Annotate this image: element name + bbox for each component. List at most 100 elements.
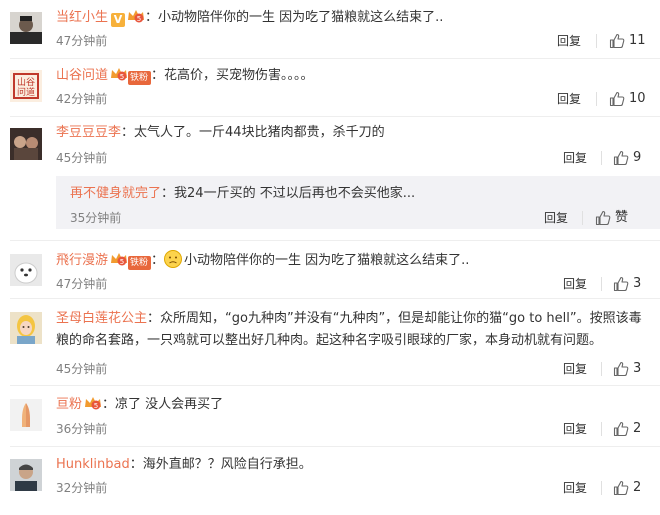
comment-line: 李豆豆豆李：太气人了。一斤44块比猪肉都贵，杀千刀的 (56, 124, 385, 142)
avatar[interactable] (10, 254, 42, 286)
avatar[interactable] (10, 128, 42, 160)
action-divider (601, 481, 602, 495)
colon-separator: ： (102, 397, 116, 412)
thumbs-up-icon (595, 210, 611, 226)
colon-separator: ： (121, 125, 135, 140)
comment-item: 山谷 问道 山谷问道 5 铁粉 ：花高价，买宠物伤害。。。。 42分钟前 回复 10 (0, 58, 660, 116)
verified-v-icon[interactable]: V (111, 13, 126, 27)
vip-crown-icon[interactable]: 5 (110, 66, 128, 81)
username-link[interactable]: 圣母白莲花公主 (56, 311, 147, 326)
comment-line: 飛行漫游 5 铁粉： 小动物陪伴你的一生 因为吃了猫粮就这么结束了.. (56, 250, 469, 270)
comment-list: 当红小生 V 5 ：小动物陪伴你的一生 因为吃了猫粮就这么结束了.. 47分钟前 回复… (0, 0, 660, 515)
like-button[interactable]: 2 (613, 420, 641, 438)
comment-item: Hunklinbad：海外直邮？？风险自行承担。 32分钟前 回复 2 (0, 446, 660, 512)
comment-line: 山谷问道 5 铁粉 ：花高价，买宠物伤害。。。。 (56, 66, 314, 85)
like-count: 3 (633, 276, 642, 291)
action-divider (596, 92, 597, 106)
svg-text:5: 5 (137, 15, 141, 23)
like-button[interactable]: 9 (613, 149, 641, 167)
reply-button[interactable]: 回复 (563, 421, 587, 437)
vip-crown-icon[interactable]: 5 (127, 8, 145, 23)
comment-time: 45分钟前 (56, 362, 108, 376)
vip-crown-icon[interactable]: 5 (84, 395, 102, 410)
comment-time: 47分钟前 (56, 34, 108, 48)
reply-button[interactable]: 回复 (544, 210, 568, 226)
reply-box: 再不健身就完了：我24一斤买的 不过以后再也不会买他家... 35分钟前 回复 … (56, 176, 660, 229)
vip-crown-icon[interactable]: 5 (110, 251, 128, 266)
svg-text:5: 5 (120, 258, 124, 266)
username-link[interactable]: 李豆豆豆李 (56, 125, 121, 140)
comment-time: 32分钟前 (56, 481, 108, 495)
like-button[interactable]: 3 (613, 275, 641, 293)
username-link[interactable]: 飛行漫游 (56, 253, 108, 268)
thumbs-up-icon (609, 33, 625, 49)
fan-badge[interactable]: 铁粉 (128, 71, 152, 85)
comment-text: 海外直邮？？风险自行承担。 (142, 457, 312, 472)
comment-line: 当红小生 V 5 ：小动物陪伴你的一生 因为吃了猫粮就这么结束了.. (56, 8, 443, 27)
svg-text:5: 5 (120, 73, 124, 81)
avatar[interactable] (10, 459, 42, 491)
avatar[interactable] (10, 399, 42, 431)
like-count: 3 (633, 361, 642, 376)
thumbs-up-icon (613, 421, 629, 437)
comment-time: 47分钟前 (56, 277, 108, 291)
comment-time: 42分钟前 (56, 92, 108, 106)
svg-text:5: 5 (94, 402, 98, 410)
avatar[interactable] (10, 12, 42, 44)
like-button[interactable]: 2 (613, 479, 641, 497)
reply-username-link[interactable]: 再不健身就完了 (70, 186, 161, 201)
like-count: 2 (633, 421, 642, 436)
fan-badge[interactable]: 铁粉 (128, 256, 152, 270)
comment-line: 亘粉 5 ：凉了 没人会再买了 (56, 395, 223, 414)
reply-button[interactable]: 回复 (557, 33, 581, 49)
action-divider (601, 277, 602, 291)
action-divider (601, 151, 602, 165)
reply-text: 我24一斤买的 不过以后再也不会买他家... (174, 186, 416, 201)
thumbs-up-icon (613, 150, 629, 166)
comment-time: 45分钟前 (56, 151, 108, 165)
like-button[interactable]: 11 (609, 32, 646, 50)
like-button[interactable]: 10 (609, 90, 646, 108)
username-link[interactable]: 山谷问道 (56, 68, 108, 83)
colon-separator: ： (129, 457, 143, 472)
colon-separator: ： (145, 10, 159, 25)
comment-item: 李豆豆豆李：太气人了。一斤44块比猪肉都贵，杀千刀的 45分钟前 回复 9 再不… (0, 116, 660, 236)
reply-button[interactable]: 回复 (563, 480, 587, 496)
avatar[interactable]: 山谷 问道 (10, 70, 42, 102)
reply-button[interactable]: 回复 (563, 276, 587, 292)
reply-button[interactable]: 回复 (563, 150, 587, 166)
avatar[interactable] (10, 312, 42, 344)
comment-item: 圣母白莲花公主：众所周知，“go九种肉”并没有“九种肉”，但是却能让你的猫“go… (0, 298, 660, 382)
comment-item: 飛行漫游 5 铁粉： 小动物陪伴你的一生 因为吃了猫粮就这么结束了.. 47分钟前 回… (0, 240, 660, 298)
comment-text: 小动物陪伴你的一生 因为吃了猫粮就这么结束了.. (184, 253, 470, 268)
reply-time: 35分钟前 (70, 211, 122, 225)
username-link[interactable]: 亘粉 (56, 397, 82, 412)
comment-item: 亘粉 5 ：凉了 没人会再买了 36分钟前 回复 2 (0, 385, 660, 443)
like-count: 2 (633, 480, 642, 495)
action-divider (582, 211, 583, 225)
action-divider (601, 422, 602, 436)
comment-text-line-1: 众所周知，“go九种肉”并没有“九种肉”，但是却能让你的猫“go to hell… (160, 311, 642, 326)
thumbs-up-icon (609, 91, 625, 107)
like-label: 赞 (615, 210, 629, 225)
thumbs-up-icon (613, 361, 629, 377)
like-button[interactable]: 3 (613, 360, 641, 378)
username-link[interactable]: Hunklinbad (56, 457, 130, 472)
reply-button[interactable]: 回复 (557, 91, 581, 107)
action-divider (601, 362, 602, 376)
colon-separator: ： (151, 68, 165, 83)
colon-separator: ： (161, 186, 175, 201)
comment-text-line-2: 粮的命名套路，一只鸡就可以整出好几种肉。起这种名字吸引眼球的厂家，本身动机就有问… (56, 333, 603, 348)
reply-button[interactable]: 回复 (563, 361, 587, 377)
comment-text: 凉了 没人会再买了 (115, 397, 224, 412)
comment-time: 36分钟前 (56, 422, 108, 436)
comment-line: 圣母白莲花公主：众所周知，“go九种肉”并没有“九种肉”，但是却能让你的猫“go… (56, 308, 642, 352)
comment-item: 当红小生 V 5 ：小动物陪伴你的一生 因为吃了猫粮就这么结束了.. 47分钟前 回复… (0, 0, 660, 58)
like-count: 10 (629, 91, 646, 106)
comment-text: 小动物陪伴你的一生 因为吃了猫粮就这么结束了.. (158, 10, 444, 25)
username-link[interactable]: 当红小生 (56, 10, 108, 25)
like-button[interactable]: 赞 (595, 209, 628, 227)
comment-text: 花高价，买宠物伤害。。。。 (164, 68, 314, 83)
like-count: 11 (629, 33, 646, 48)
thumbs-up-icon (613, 480, 629, 496)
